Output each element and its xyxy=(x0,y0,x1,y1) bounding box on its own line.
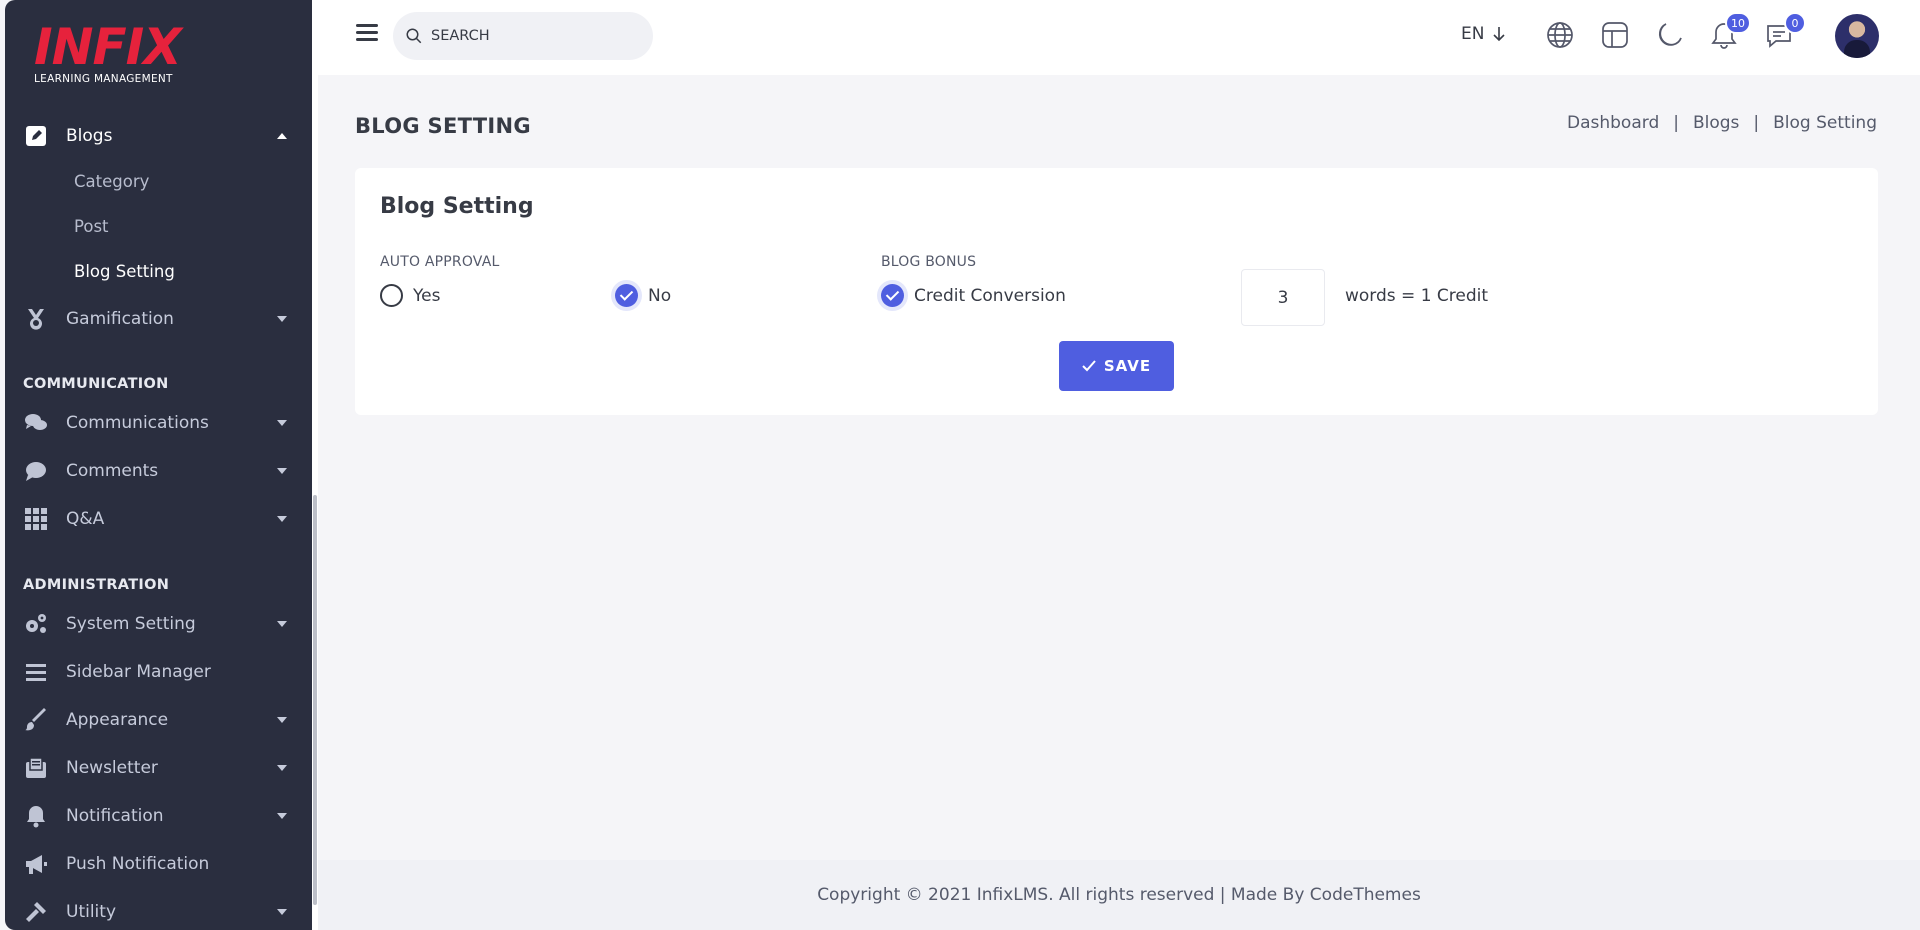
language-selector[interactable]: EN xyxy=(1461,24,1506,44)
copyright-text: Copyright © 2021 InfixLMS. All rights re… xyxy=(817,885,1421,905)
sidebar-item-gamification[interactable]: Gamification xyxy=(5,299,317,339)
caret-down-icon xyxy=(277,316,287,322)
message-count-badge: 0 xyxy=(1784,12,1806,34)
sidebar-item-comments[interactable]: Comments xyxy=(5,451,317,491)
chat-icon xyxy=(23,410,49,436)
grid-icon xyxy=(23,506,49,532)
caret-down-icon xyxy=(277,909,287,915)
sidebar-item-label: Comments xyxy=(66,461,159,481)
search-box[interactable] xyxy=(393,12,653,60)
check-icon xyxy=(881,284,904,307)
search-icon xyxy=(406,28,422,44)
blog-bonus-label: BLOG BONUS xyxy=(881,254,977,270)
caret-down-icon xyxy=(277,717,287,723)
logo-subtitle: LEARNING MANAGEMENT xyxy=(34,73,173,85)
sidebar: INFIX LEARNING MANAGEMENT Blogs Category… xyxy=(5,0,317,930)
language-code: EN xyxy=(1461,24,1485,44)
sidebar-subitem-blog-setting[interactable]: Blog Setting xyxy=(74,262,175,281)
sidebar-scrollbar-thumb[interactable] xyxy=(313,495,317,905)
sidebar-item-newsletter[interactable]: Newsletter xyxy=(5,748,317,788)
sidebar-item-label: Newsletter xyxy=(66,758,158,778)
auto-approval-yes-radio[interactable]: Yes xyxy=(380,284,440,307)
checkbox-label: Credit Conversion xyxy=(914,285,1066,306)
breadcrumb-separator: | xyxy=(1673,113,1679,133)
sidebar-item-label: Q&A xyxy=(66,509,105,529)
search-input[interactable] xyxy=(431,28,641,44)
notification-bell-icon[interactable]: 10 xyxy=(1709,12,1751,50)
sidebar-item-label: Blogs xyxy=(66,126,113,146)
newsletter-icon xyxy=(23,755,49,781)
sidebar-item-appearance[interactable]: Appearance xyxy=(5,700,317,740)
sidebar-subitem-post[interactable]: Post xyxy=(74,217,109,236)
sidebar-item-qa[interactable]: Q&A xyxy=(5,499,317,539)
credit-conversion-checkbox[interactable]: Credit Conversion xyxy=(881,284,1066,307)
radio-label: No xyxy=(648,285,672,306)
sidebar-item-label: Notification xyxy=(66,806,164,826)
breadcrumb-blog-setting[interactable]: Blog Setting xyxy=(1773,113,1877,133)
caret-down-icon xyxy=(277,420,287,426)
card-title: Blog Setting xyxy=(380,194,534,219)
sidebar-item-notification[interactable]: Notification xyxy=(5,796,317,836)
logo[interactable]: INFIX LEARNING MANAGEMENT xyxy=(34,18,182,85)
sidebar-item-blogs[interactable]: Blogs xyxy=(5,116,317,156)
notification-count-badge: 10 xyxy=(1725,12,1751,34)
sidebar-subitem-category[interactable]: Category xyxy=(74,172,149,191)
edit-icon xyxy=(23,123,49,149)
caret-down-icon xyxy=(277,516,287,522)
radio-label: Yes xyxy=(413,285,441,306)
breadcrumb-separator: | xyxy=(1753,113,1760,133)
breadcrumb: Dashboard | Blogs | Blog Setting xyxy=(1567,113,1877,133)
hammer-icon xyxy=(23,899,49,925)
sidebar-item-label: Utility xyxy=(66,902,117,922)
sidebar-item-label: Communications xyxy=(66,413,209,433)
sidebar-item-sidebar-manager[interactable]: Sidebar Manager xyxy=(5,652,317,692)
sidebar-item-label: Gamification xyxy=(66,309,174,329)
sidebar-item-label: System Setting xyxy=(66,614,196,634)
page-title: BLOG SETTING xyxy=(355,114,531,138)
caret-down-icon xyxy=(277,468,287,474)
sidebar-item-utility[interactable]: Utility xyxy=(5,892,317,930)
globe-icon[interactable] xyxy=(1545,20,1575,50)
auto-approval-no-radio[interactable]: No xyxy=(615,284,671,307)
megaphone-icon xyxy=(23,851,49,877)
gears-icon xyxy=(23,611,49,637)
avatar[interactable] xyxy=(1835,14,1879,58)
sidebar-item-communications[interactable]: Communications xyxy=(5,403,317,443)
check-icon xyxy=(1082,360,1096,372)
arrow-down-icon xyxy=(1493,27,1506,42)
blog-setting-card: Blog Setting AUTO APPROVAL Yes No BLOG B… xyxy=(355,168,1878,415)
layout-icon[interactable] xyxy=(1600,20,1630,50)
top-bar: EN 10 0 xyxy=(318,0,1920,75)
section-heading-administration: ADMINISTRATION xyxy=(23,577,170,593)
moon-icon[interactable] xyxy=(1655,20,1685,50)
save-button-label: SAVE xyxy=(1103,357,1152,375)
section-heading-communication: COMMUNICATION xyxy=(23,376,169,392)
caret-up-icon xyxy=(277,133,287,139)
breadcrumb-blogs[interactable]: Blogs xyxy=(1693,113,1739,133)
auto-approval-label: AUTO APPROVAL xyxy=(380,254,500,270)
menu-toggle-icon[interactable] xyxy=(356,24,378,42)
save-button[interactable]: SAVE xyxy=(1059,341,1174,391)
footer: Copyright © 2021 InfixLMS. All rights re… xyxy=(318,860,1920,930)
sidebar-item-system-setting[interactable]: System Setting xyxy=(5,604,317,644)
medal-icon xyxy=(23,306,49,332)
radio-unchecked-icon xyxy=(380,284,403,307)
sidebar-item-label: Appearance xyxy=(66,710,169,730)
brush-icon xyxy=(23,707,49,733)
bell-icon xyxy=(23,803,49,829)
logo-wordmark: INFIX xyxy=(34,18,182,76)
bars-icon xyxy=(23,659,49,685)
breadcrumb-dashboard[interactable]: Dashboard xyxy=(1567,113,1659,133)
caret-down-icon xyxy=(277,765,287,771)
message-icon[interactable]: 0 xyxy=(1764,12,1806,50)
sidebar-item-label: Push Notification xyxy=(66,854,210,874)
radio-checked-icon xyxy=(615,284,638,307)
words-credit-suffix: words = 1 Credit xyxy=(1345,286,1489,306)
sidebar-item-label: Sidebar Manager xyxy=(66,662,211,682)
caret-down-icon xyxy=(277,621,287,627)
sidebar-item-push-notification[interactable]: Push Notification xyxy=(5,844,317,884)
words-count-input[interactable] xyxy=(1241,269,1325,326)
caret-down-icon xyxy=(277,813,287,819)
comment-icon xyxy=(23,458,49,484)
